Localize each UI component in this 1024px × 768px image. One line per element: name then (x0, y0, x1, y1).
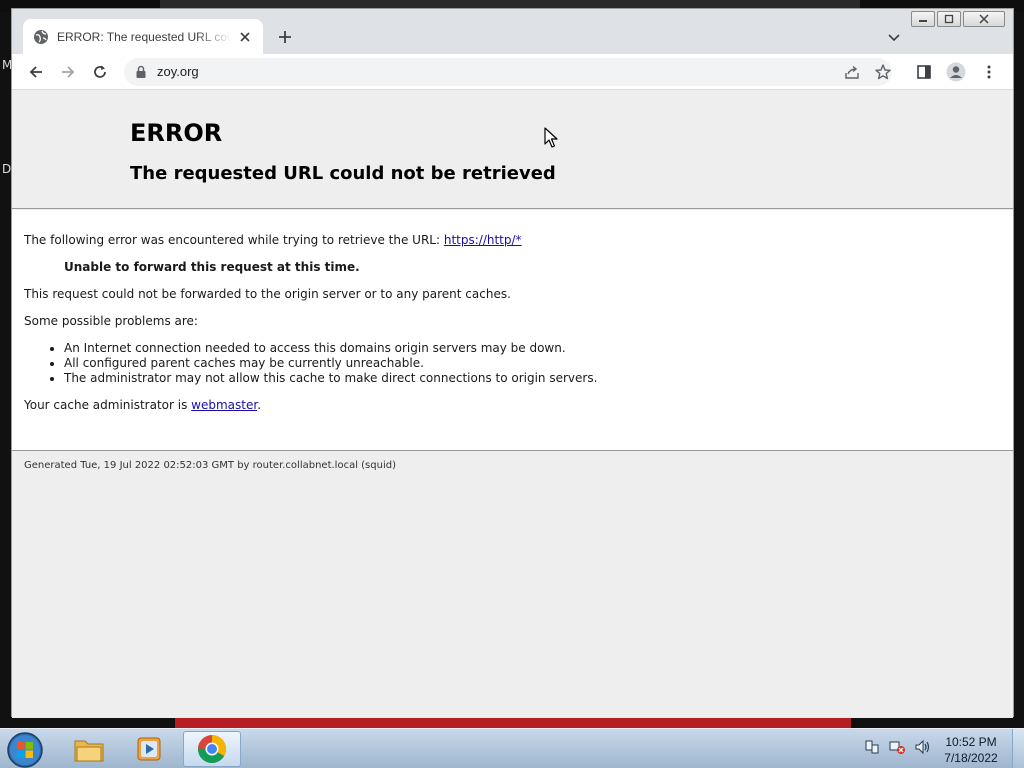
side-panel-icon (917, 65, 931, 79)
intro-text: The following error was encountered whil… (24, 233, 444, 247)
page-content: ERROR The requested URL could not be ret… (12, 91, 1013, 718)
bookmark-star-icon[interactable] (874, 63, 892, 81)
list-item: The administrator may not allow this cac… (64, 371, 597, 386)
minimize-button[interactable] (911, 11, 935, 27)
clock-date: 7/18/2022 (944, 751, 998, 765)
mouse-cursor-icon (544, 127, 558, 148)
address-bar[interactable]: zoy.org (124, 58, 892, 86)
webmaster-link[interactable]: webmaster (191, 398, 257, 412)
plus-icon (279, 31, 291, 43)
restore-icon (944, 14, 954, 24)
lock-icon[interactable] (134, 65, 148, 79)
show-desktop-button[interactable] (1012, 729, 1024, 768)
tab-search-button[interactable] (886, 29, 902, 45)
globe-icon (34, 29, 48, 44)
action-center-icon[interactable] (864, 739, 880, 755)
browser-menu-button[interactable] (979, 62, 999, 82)
tab-active[interactable]: ERROR: The requested URL could not be re… (23, 19, 263, 54)
generated-footer: Generated Tue, 19 Jul 2022 02:52:03 GMT … (24, 460, 396, 471)
reload-button[interactable] (90, 62, 110, 82)
error-message: Unable to forward this request at this t… (64, 260, 360, 274)
folder-icon (74, 740, 104, 762)
intro-paragraph: The following error was encountered whil… (24, 233, 522, 247)
explanation-text: This request could not be forwarded to t… (24, 287, 511, 301)
browser-toolbar: zoy.org (12, 54, 1013, 90)
close-icon (979, 14, 989, 24)
arrow-right-icon (62, 66, 75, 78)
page-subtitle: The requested URL could not be retrieved (130, 163, 556, 184)
side-panel-button[interactable] (914, 62, 934, 82)
reload-icon (94, 65, 106, 78)
tab-close-button[interactable] (237, 29, 253, 45)
system-tray (864, 739, 932, 755)
kebab-menu-icon (987, 65, 991, 79)
taskbar-explorer[interactable] (60, 731, 118, 767)
problems-list: An Internet connection needed to access … (64, 341, 597, 386)
close-window-button[interactable] (963, 11, 1005, 27)
admin-paragraph: Your cache administrator is webmaster. (24, 398, 261, 412)
taskbar-chrome[interactable] (183, 731, 241, 767)
taskbar-media-player[interactable] (120, 731, 178, 767)
browser-window: ERROR: The requested URL could not be re… (11, 8, 1014, 718)
share-icon[interactable] (844, 64, 860, 80)
tab-title: ERROR: The requested URL could not be re… (57, 29, 231, 44)
admin-suffix: . (257, 398, 262, 412)
chrome-icon (198, 735, 226, 763)
clock-time: 10:52 PM (945, 735, 997, 749)
admin-text: Your cache administrator is (24, 398, 192, 412)
taskbar-clock[interactable]: 10:52 PM 7/18/2022 (940, 734, 1002, 766)
problems-heading: Some possible problems are: (24, 314, 198, 328)
desktop-icon-label-fragment: D (2, 162, 12, 176)
url-text[interactable]: zoy.org (157, 64, 199, 79)
chevron-down-icon (888, 34, 900, 42)
tab-strip: ERROR: The requested URL could not be re… (12, 9, 1013, 54)
forward-button[interactable] (58, 62, 78, 82)
minimize-icon (919, 20, 927, 22)
volume-icon[interactable] (914, 739, 932, 755)
new-tab-button[interactable] (274, 26, 296, 48)
window-controls (911, 11, 1005, 27)
profile-button[interactable] (946, 62, 966, 82)
media-player-icon (137, 737, 161, 761)
requested-url-link[interactable]: https://http/* (444, 233, 522, 247)
error-body: The following error was encountered whil… (12, 210, 1013, 451)
network-icon[interactable] (888, 739, 906, 755)
taskbar: 10:52 PM 7/18/2022 (0, 728, 1024, 768)
error-header: ERROR The requested URL could not be ret… (12, 91, 1013, 209)
profile-avatar-icon (946, 62, 966, 82)
page-title: ERROR (130, 119, 223, 147)
close-icon (240, 31, 250, 42)
restore-button[interactable] (937, 11, 961, 27)
list-item: All configured parent caches may be curr… (64, 356, 597, 371)
arrow-left-icon (29, 66, 42, 78)
start-button[interactable] (6, 731, 44, 768)
list-item: An Internet connection needed to access … (64, 341, 597, 356)
back-button[interactable] (26, 62, 46, 82)
